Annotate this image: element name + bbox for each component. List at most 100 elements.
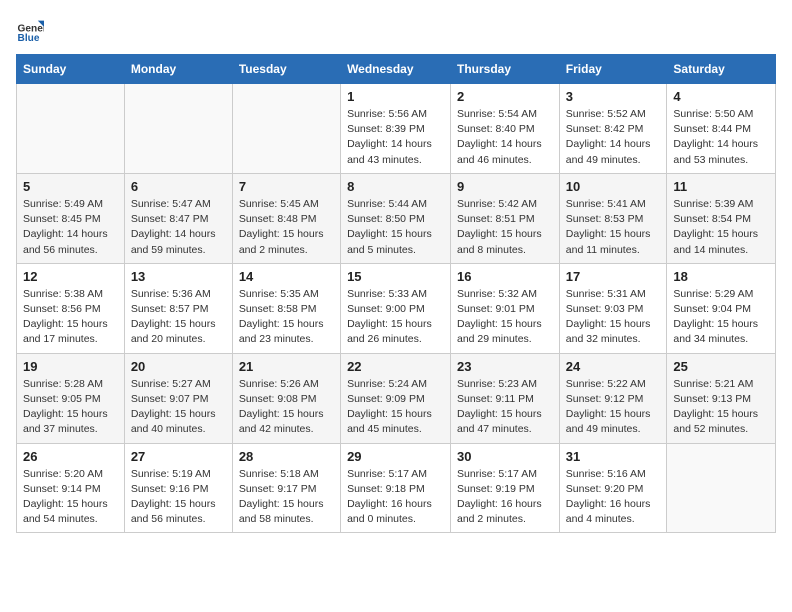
day-number: 10 bbox=[566, 179, 661, 194]
day-number: 7 bbox=[239, 179, 334, 194]
weekday-header-wednesday: Wednesday bbox=[341, 55, 451, 84]
weekday-header-thursday: Thursday bbox=[451, 55, 560, 84]
calendar-cell: 15 Sunrise: 5:33 AMSunset: 9:00 PMDayligh… bbox=[341, 263, 451, 353]
calendar-cell: 17 Sunrise: 5:31 AMSunset: 9:03 PMDayligh… bbox=[559, 263, 667, 353]
calendar-cell: 10 Sunrise: 5:41 AMSunset: 8:53 PMDayligh… bbox=[559, 173, 667, 263]
calendar-cell: 11 Sunrise: 5:39 AMSunset: 8:54 PMDayligh… bbox=[667, 173, 776, 263]
calendar-cell: 26 Sunrise: 5:20 AMSunset: 9:14 PMDayligh… bbox=[17, 443, 125, 533]
svg-text:Blue: Blue bbox=[18, 33, 40, 44]
calendar-cell: 6 Sunrise: 5:47 AMSunset: 8:47 PMDaylight… bbox=[124, 173, 232, 263]
weekday-header-saturday: Saturday bbox=[667, 55, 776, 84]
day-number: 5 bbox=[23, 179, 118, 194]
weekday-header-friday: Friday bbox=[559, 55, 667, 84]
day-info: Sunrise: 5:39 AMSunset: 8:54 PMDaylight:… bbox=[673, 197, 769, 258]
day-info: Sunrise: 5:31 AMSunset: 9:03 PMDaylight:… bbox=[566, 287, 661, 348]
day-number: 29 bbox=[347, 449, 444, 464]
day-number: 1 bbox=[347, 89, 444, 104]
calendar-cell: 30 Sunrise: 5:17 AMSunset: 9:19 PMDayligh… bbox=[451, 443, 560, 533]
day-number: 2 bbox=[457, 89, 553, 104]
calendar-cell: 21Sunrise: 5:26 AMSunset: 9:08 PMDayligh… bbox=[232, 353, 340, 443]
calendar-cell: 13 Sunrise: 5:36 AMSunset: 8:57 PMDayligh… bbox=[124, 263, 232, 353]
day-info: Sunrise: 5:20 AMSunset: 9:14 PMDaylight:… bbox=[23, 467, 118, 528]
calendar-cell: 3Sunrise: 5:52 AMSunset: 8:42 PMDaylight… bbox=[559, 84, 667, 174]
day-info: Sunrise: 5:50 AMSunset: 8:44 PMDaylight:… bbox=[673, 107, 769, 168]
day-info: Sunrise: 5:33 AMSunset: 9:00 PMDaylight:… bbox=[347, 287, 444, 348]
weekday-header-monday: Monday bbox=[124, 55, 232, 84]
day-info: Sunrise: 5:38 AMSunset: 8:56 PMDaylight:… bbox=[23, 287, 118, 348]
day-info: Sunrise: 5:21 AMSunset: 9:13 PMDaylight:… bbox=[673, 377, 769, 438]
calendar-cell: 23 Sunrise: 5:23 AMSunset: 9:11 PMDayligh… bbox=[451, 353, 560, 443]
day-info: Sunrise: 5:47 AMSunset: 8:47 PMDaylight:… bbox=[131, 197, 226, 258]
day-number: 3 bbox=[566, 89, 661, 104]
day-number: 8 bbox=[347, 179, 444, 194]
day-number: 20 bbox=[131, 359, 226, 374]
calendar-cell bbox=[667, 443, 776, 533]
day-number: 27 bbox=[131, 449, 226, 464]
calendar-cell: 29 Sunrise: 5:17 AMSunset: 9:18 PMDayligh… bbox=[341, 443, 451, 533]
calendar-cell: 5Sunrise: 5:49 AMSunset: 8:45 PMDaylight… bbox=[17, 173, 125, 263]
calendar-cell: 22Sunrise: 5:24 AMSunset: 9:09 PMDayligh… bbox=[341, 353, 451, 443]
calendar-table: SundayMondayTuesdayWednesdayThursdayFrid… bbox=[16, 54, 776, 533]
day-number: 12 bbox=[23, 269, 118, 284]
day-number: 11 bbox=[673, 179, 769, 194]
calendar-week-row: 12 Sunrise: 5:38 AMSunset: 8:56 PMDayligh… bbox=[17, 263, 776, 353]
day-number: 26 bbox=[23, 449, 118, 464]
calendar-cell: 8 Sunrise: 5:44 AMSunset: 8:50 PMDaylight… bbox=[341, 173, 451, 263]
calendar-cell: 1Sunrise: 5:56 AMSunset: 8:39 PMDaylight… bbox=[341, 84, 451, 174]
calendar-cell: 24 Sunrise: 5:22 AMSunset: 9:12 PMDayligh… bbox=[559, 353, 667, 443]
day-info: Sunrise: 5:41 AMSunset: 8:53 PMDaylight:… bbox=[566, 197, 661, 258]
day-info: Sunrise: 5:22 AMSunset: 9:12 PMDaylight:… bbox=[566, 377, 661, 438]
day-info: Sunrise: 5:35 AMSunset: 8:58 PMDaylight:… bbox=[239, 287, 334, 348]
day-info: Sunrise: 5:36 AMSunset: 8:57 PMDaylight:… bbox=[131, 287, 226, 348]
calendar-cell: 2Sunrise: 5:54 AMSunset: 8:40 PMDaylight… bbox=[451, 84, 560, 174]
calendar-cell: 7Sunrise: 5:45 AMSunset: 8:48 PMDaylight… bbox=[232, 173, 340, 263]
calendar-cell: 14 Sunrise: 5:35 AMSunset: 8:58 PMDayligh… bbox=[232, 263, 340, 353]
day-info: Sunrise: 5:27 AMSunset: 9:07 PMDaylight:… bbox=[131, 377, 226, 438]
day-info: Sunrise: 5:17 AMSunset: 9:18 PMDaylight:… bbox=[347, 467, 444, 528]
weekday-header-tuesday: Tuesday bbox=[232, 55, 340, 84]
day-number: 28 bbox=[239, 449, 334, 464]
calendar-cell: 12 Sunrise: 5:38 AMSunset: 8:56 PMDayligh… bbox=[17, 263, 125, 353]
day-number: 25 bbox=[673, 359, 769, 374]
logo-icon: General Blue bbox=[16, 16, 44, 44]
calendar-cell: 4 Sunrise: 5:50 AMSunset: 8:44 PMDaylight… bbox=[667, 84, 776, 174]
calendar-week-row: 5Sunrise: 5:49 AMSunset: 8:45 PMDaylight… bbox=[17, 173, 776, 263]
calendar-body: 1Sunrise: 5:56 AMSunset: 8:39 PMDaylight… bbox=[17, 84, 776, 533]
calendar-week-row: 19 Sunrise: 5:28 AMSunset: 9:05 PMDayligh… bbox=[17, 353, 776, 443]
calendar-cell: 25 Sunrise: 5:21 AMSunset: 9:13 PMDayligh… bbox=[667, 353, 776, 443]
calendar-cell: 27 Sunrise: 5:19 AMSunset: 9:16 PMDayligh… bbox=[124, 443, 232, 533]
day-info: Sunrise: 5:19 AMSunset: 9:16 PMDaylight:… bbox=[131, 467, 226, 528]
calendar-cell: 28Sunrise: 5:18 AMSunset: 9:17 PMDayligh… bbox=[232, 443, 340, 533]
day-number: 21 bbox=[239, 359, 334, 374]
day-number: 13 bbox=[131, 269, 226, 284]
day-info: Sunrise: 5:23 AMSunset: 9:11 PMDaylight:… bbox=[457, 377, 553, 438]
calendar-cell: 31Sunrise: 5:16 AMSunset: 9:20 PMDayligh… bbox=[559, 443, 667, 533]
calendar-week-row: 1Sunrise: 5:56 AMSunset: 8:39 PMDaylight… bbox=[17, 84, 776, 174]
day-number: 14 bbox=[239, 269, 334, 284]
day-number: 19 bbox=[23, 359, 118, 374]
day-info: Sunrise: 5:42 AMSunset: 8:51 PMDaylight:… bbox=[457, 197, 553, 258]
calendar-cell: 20 Sunrise: 5:27 AMSunset: 9:07 PMDayligh… bbox=[124, 353, 232, 443]
calendar-cell bbox=[232, 84, 340, 174]
day-number: 4 bbox=[673, 89, 769, 104]
day-number: 18 bbox=[673, 269, 769, 284]
calendar-cell: 19 Sunrise: 5:28 AMSunset: 9:05 PMDayligh… bbox=[17, 353, 125, 443]
day-number: 30 bbox=[457, 449, 553, 464]
day-number: 24 bbox=[566, 359, 661, 374]
day-info: Sunrise: 5:17 AMSunset: 9:19 PMDaylight:… bbox=[457, 467, 553, 528]
day-info: Sunrise: 5:28 AMSunset: 9:05 PMDaylight:… bbox=[23, 377, 118, 438]
calendar-cell: 18 Sunrise: 5:29 AMSunset: 9:04 PMDayligh… bbox=[667, 263, 776, 353]
day-number: 6 bbox=[131, 179, 226, 194]
day-number: 16 bbox=[457, 269, 553, 284]
day-info: Sunrise: 5:32 AMSunset: 9:01 PMDaylight:… bbox=[457, 287, 553, 348]
day-number: 23 bbox=[457, 359, 553, 374]
day-info: Sunrise: 5:16 AMSunset: 9:20 PMDaylight:… bbox=[566, 467, 661, 528]
day-number: 15 bbox=[347, 269, 444, 284]
day-info: Sunrise: 5:44 AMSunset: 8:50 PMDaylight:… bbox=[347, 197, 444, 258]
page-header: General Blue bbox=[16, 16, 776, 44]
day-info: Sunrise: 5:29 AMSunset: 9:04 PMDaylight:… bbox=[673, 287, 769, 348]
weekday-header-row: SundayMondayTuesdayWednesdayThursdayFrid… bbox=[17, 55, 776, 84]
day-number: 17 bbox=[566, 269, 661, 284]
day-number: 9 bbox=[457, 179, 553, 194]
calendar-week-row: 26 Sunrise: 5:20 AMSunset: 9:14 PMDayligh… bbox=[17, 443, 776, 533]
